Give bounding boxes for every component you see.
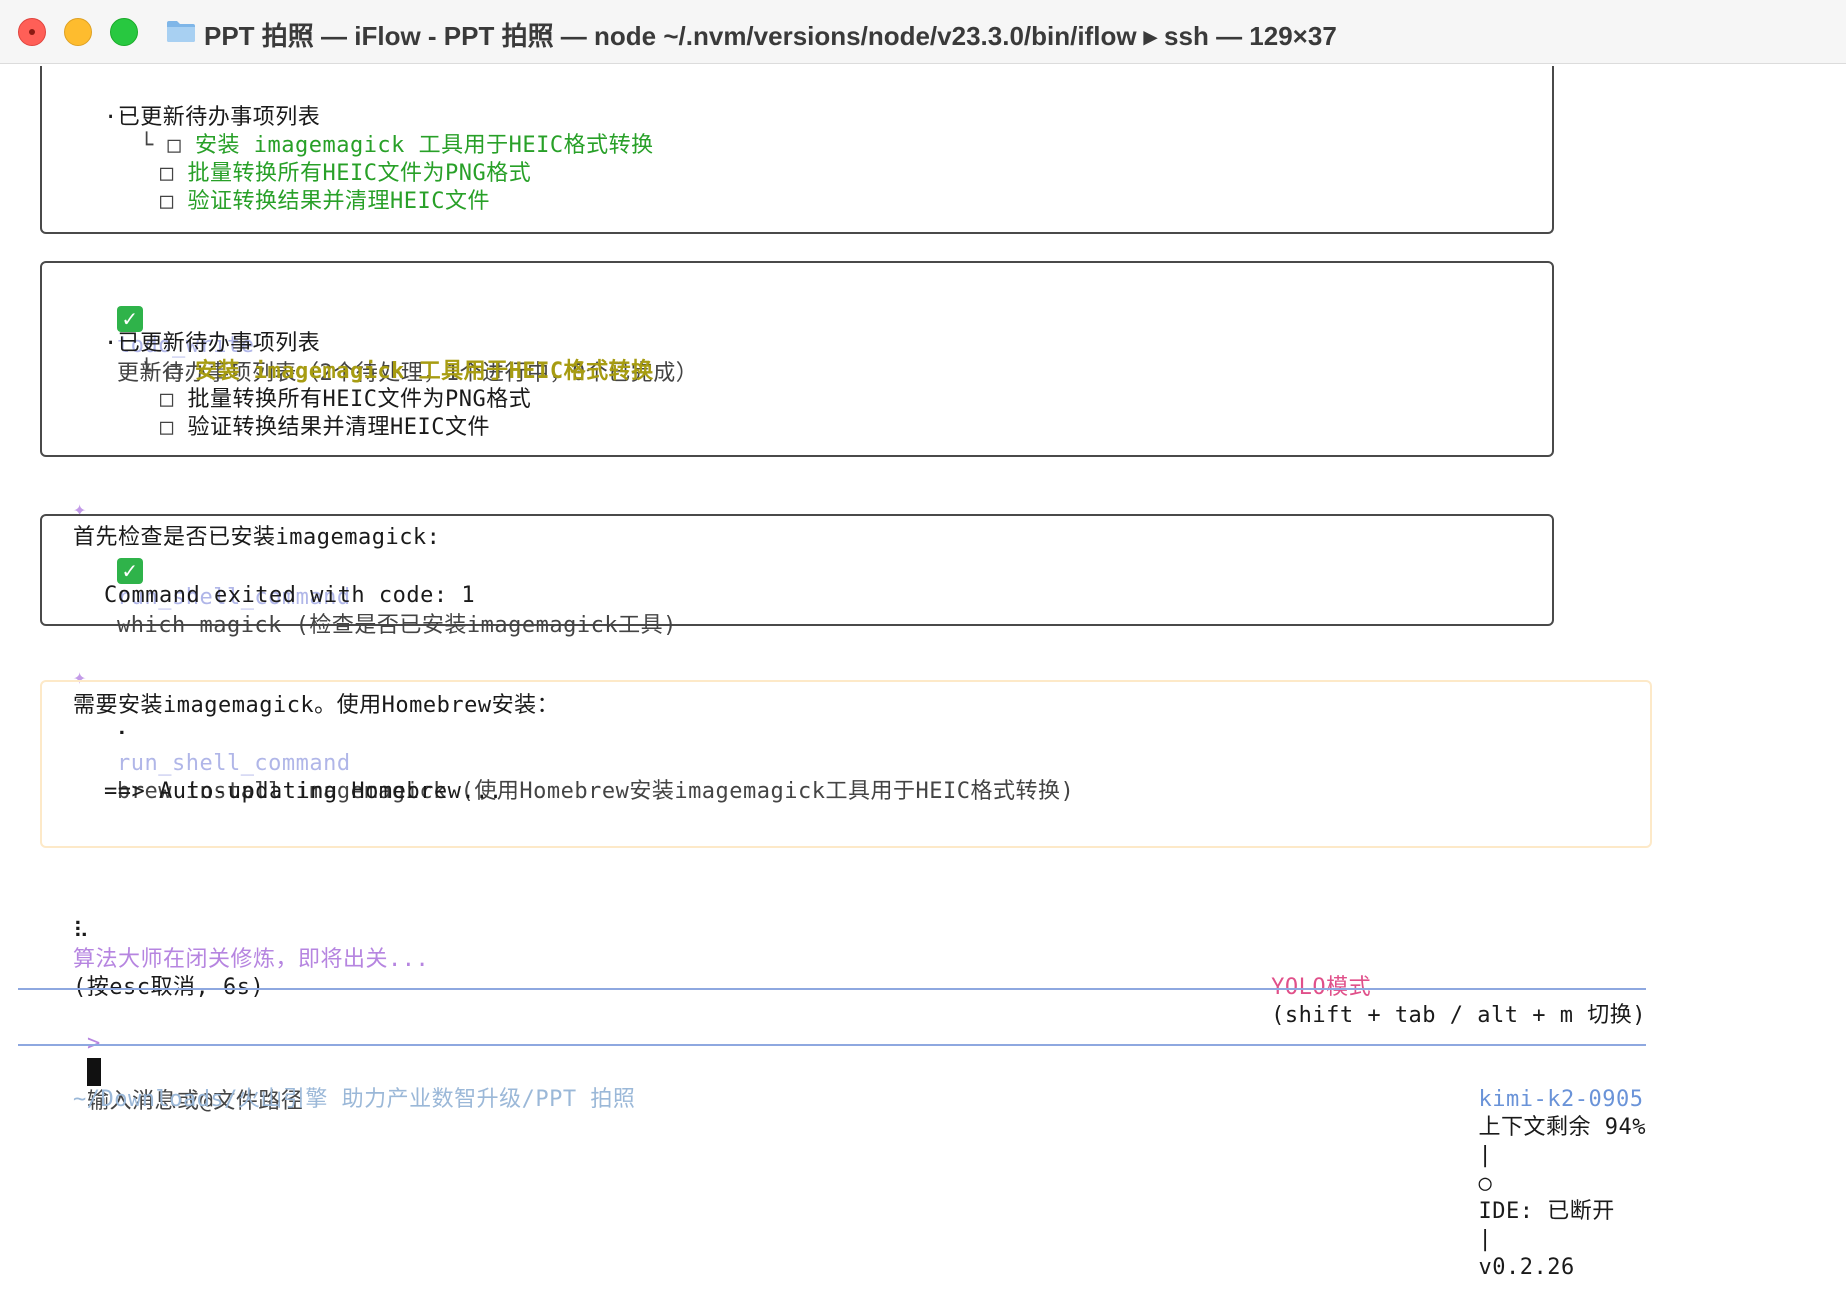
separator: | xyxy=(1478,1227,1493,1252)
todo-item-text: 批量转换所有HEIC文件为PNG格式 xyxy=(187,161,532,186)
separator: | xyxy=(1478,1143,1493,1168)
todo-heading: ·已更新待办事项列表 xyxy=(104,105,321,130)
context-remaining: 上下文剩余 94% xyxy=(1478,1115,1646,1140)
tool-description: which magick (检查是否已安装imagemagick工具) xyxy=(116,613,677,638)
close-window-button[interactable] xyxy=(18,18,46,46)
todo-item-text: 验证转换结果并清理HEIC文件 xyxy=(187,189,490,214)
todo-item-text: 安装 imagemagick 工具用于HEIC格式转换 xyxy=(194,133,654,158)
window-title: PPT 拍照 — iFlow - PPT 拍照 — node ~/.nvm/ve… xyxy=(204,21,1337,51)
version: v0.2.26 xyxy=(1478,1255,1575,1280)
terminal-content[interactable]: ·已更新待办事项列表 └ □ 安装 imagemagick 工具用于HEIC格式… xyxy=(0,64,1846,1280)
input-top-border xyxy=(18,988,1646,990)
minimize-window-button[interactable] xyxy=(64,18,92,46)
ide-status-icon: ○ xyxy=(1478,1171,1493,1196)
todo-item-text: 验证转换结果并清理HEIC文件 xyxy=(187,415,490,440)
command-output: ==> Auto-updating Homebrew... xyxy=(104,779,503,804)
status-bar-path: ~/Downloads/火山引擎 助力产业数智升级/PPT 拍照 xyxy=(18,1058,635,1142)
command-output: Command exited with code: 1 xyxy=(104,583,476,608)
todo-heading: ·已更新待办事项列表 xyxy=(104,331,321,356)
thinking-text: 算法大师在闭关修炼，即将出关... xyxy=(72,947,430,972)
ide-status: IDE: 已断开 xyxy=(1478,1199,1615,1224)
input-bottom-border xyxy=(18,1044,1646,1046)
todo-item-1: └ □ 安装 imagemagick 工具用于HEIC格式转换 xyxy=(140,133,654,158)
check-icon: ✓ xyxy=(116,306,143,332)
maximize-window-button[interactable] xyxy=(110,18,138,46)
todo-item-text: 安装 imagemagick 工具用于HEIC格式转换 xyxy=(194,359,654,384)
mode-indicator: YOLO模式 (shift + tab / alt + m 切换) xyxy=(1216,946,1646,1058)
title-bar: PPT 拍照 — iFlow - PPT 拍照 — node ~/.nvm/ve… xyxy=(0,0,1846,64)
todo-item-1: └ □ 安装 imagemagick 工具用于HEIC格式转换 xyxy=(140,359,654,384)
spinner-icon: ⠂ xyxy=(116,723,134,748)
todo-item-3: □ 验证转换结果并清理HEIC文件 xyxy=(160,189,490,214)
tool-name: run_shell_command xyxy=(116,751,351,776)
check-icon: ✓ xyxy=(116,558,143,584)
loading-dots-icon: ⠧ xyxy=(72,919,90,944)
todo-item-2: □ 批量转换所有HEIC文件为PNG格式 xyxy=(160,387,532,412)
folder-icon xyxy=(167,21,195,42)
mode-switch-hint: (shift + tab / alt + m 切换) xyxy=(1271,1003,1646,1028)
todo-item-text: 批量转换所有HEIC文件为PNG格式 xyxy=(187,387,532,412)
todo-item-2: □ 批量转换所有HEIC文件为PNG格式 xyxy=(160,161,532,186)
status-bar-right: kimi-k2-0905 上下文剩余 94% | ○ IDE: 已断开 | v0… xyxy=(1424,1058,1646,1310)
todo-item-3: □ 验证转换结果并清理HEIC文件 xyxy=(160,415,490,440)
model-name: kimi-k2-0905 xyxy=(1478,1087,1644,1112)
current-path: ~/Downloads/火山引擎 助力产业数智升级/PPT 拍照 xyxy=(72,1087,636,1112)
tool-header: ⠂ run_shell_command brew install imagema… xyxy=(62,694,1074,834)
